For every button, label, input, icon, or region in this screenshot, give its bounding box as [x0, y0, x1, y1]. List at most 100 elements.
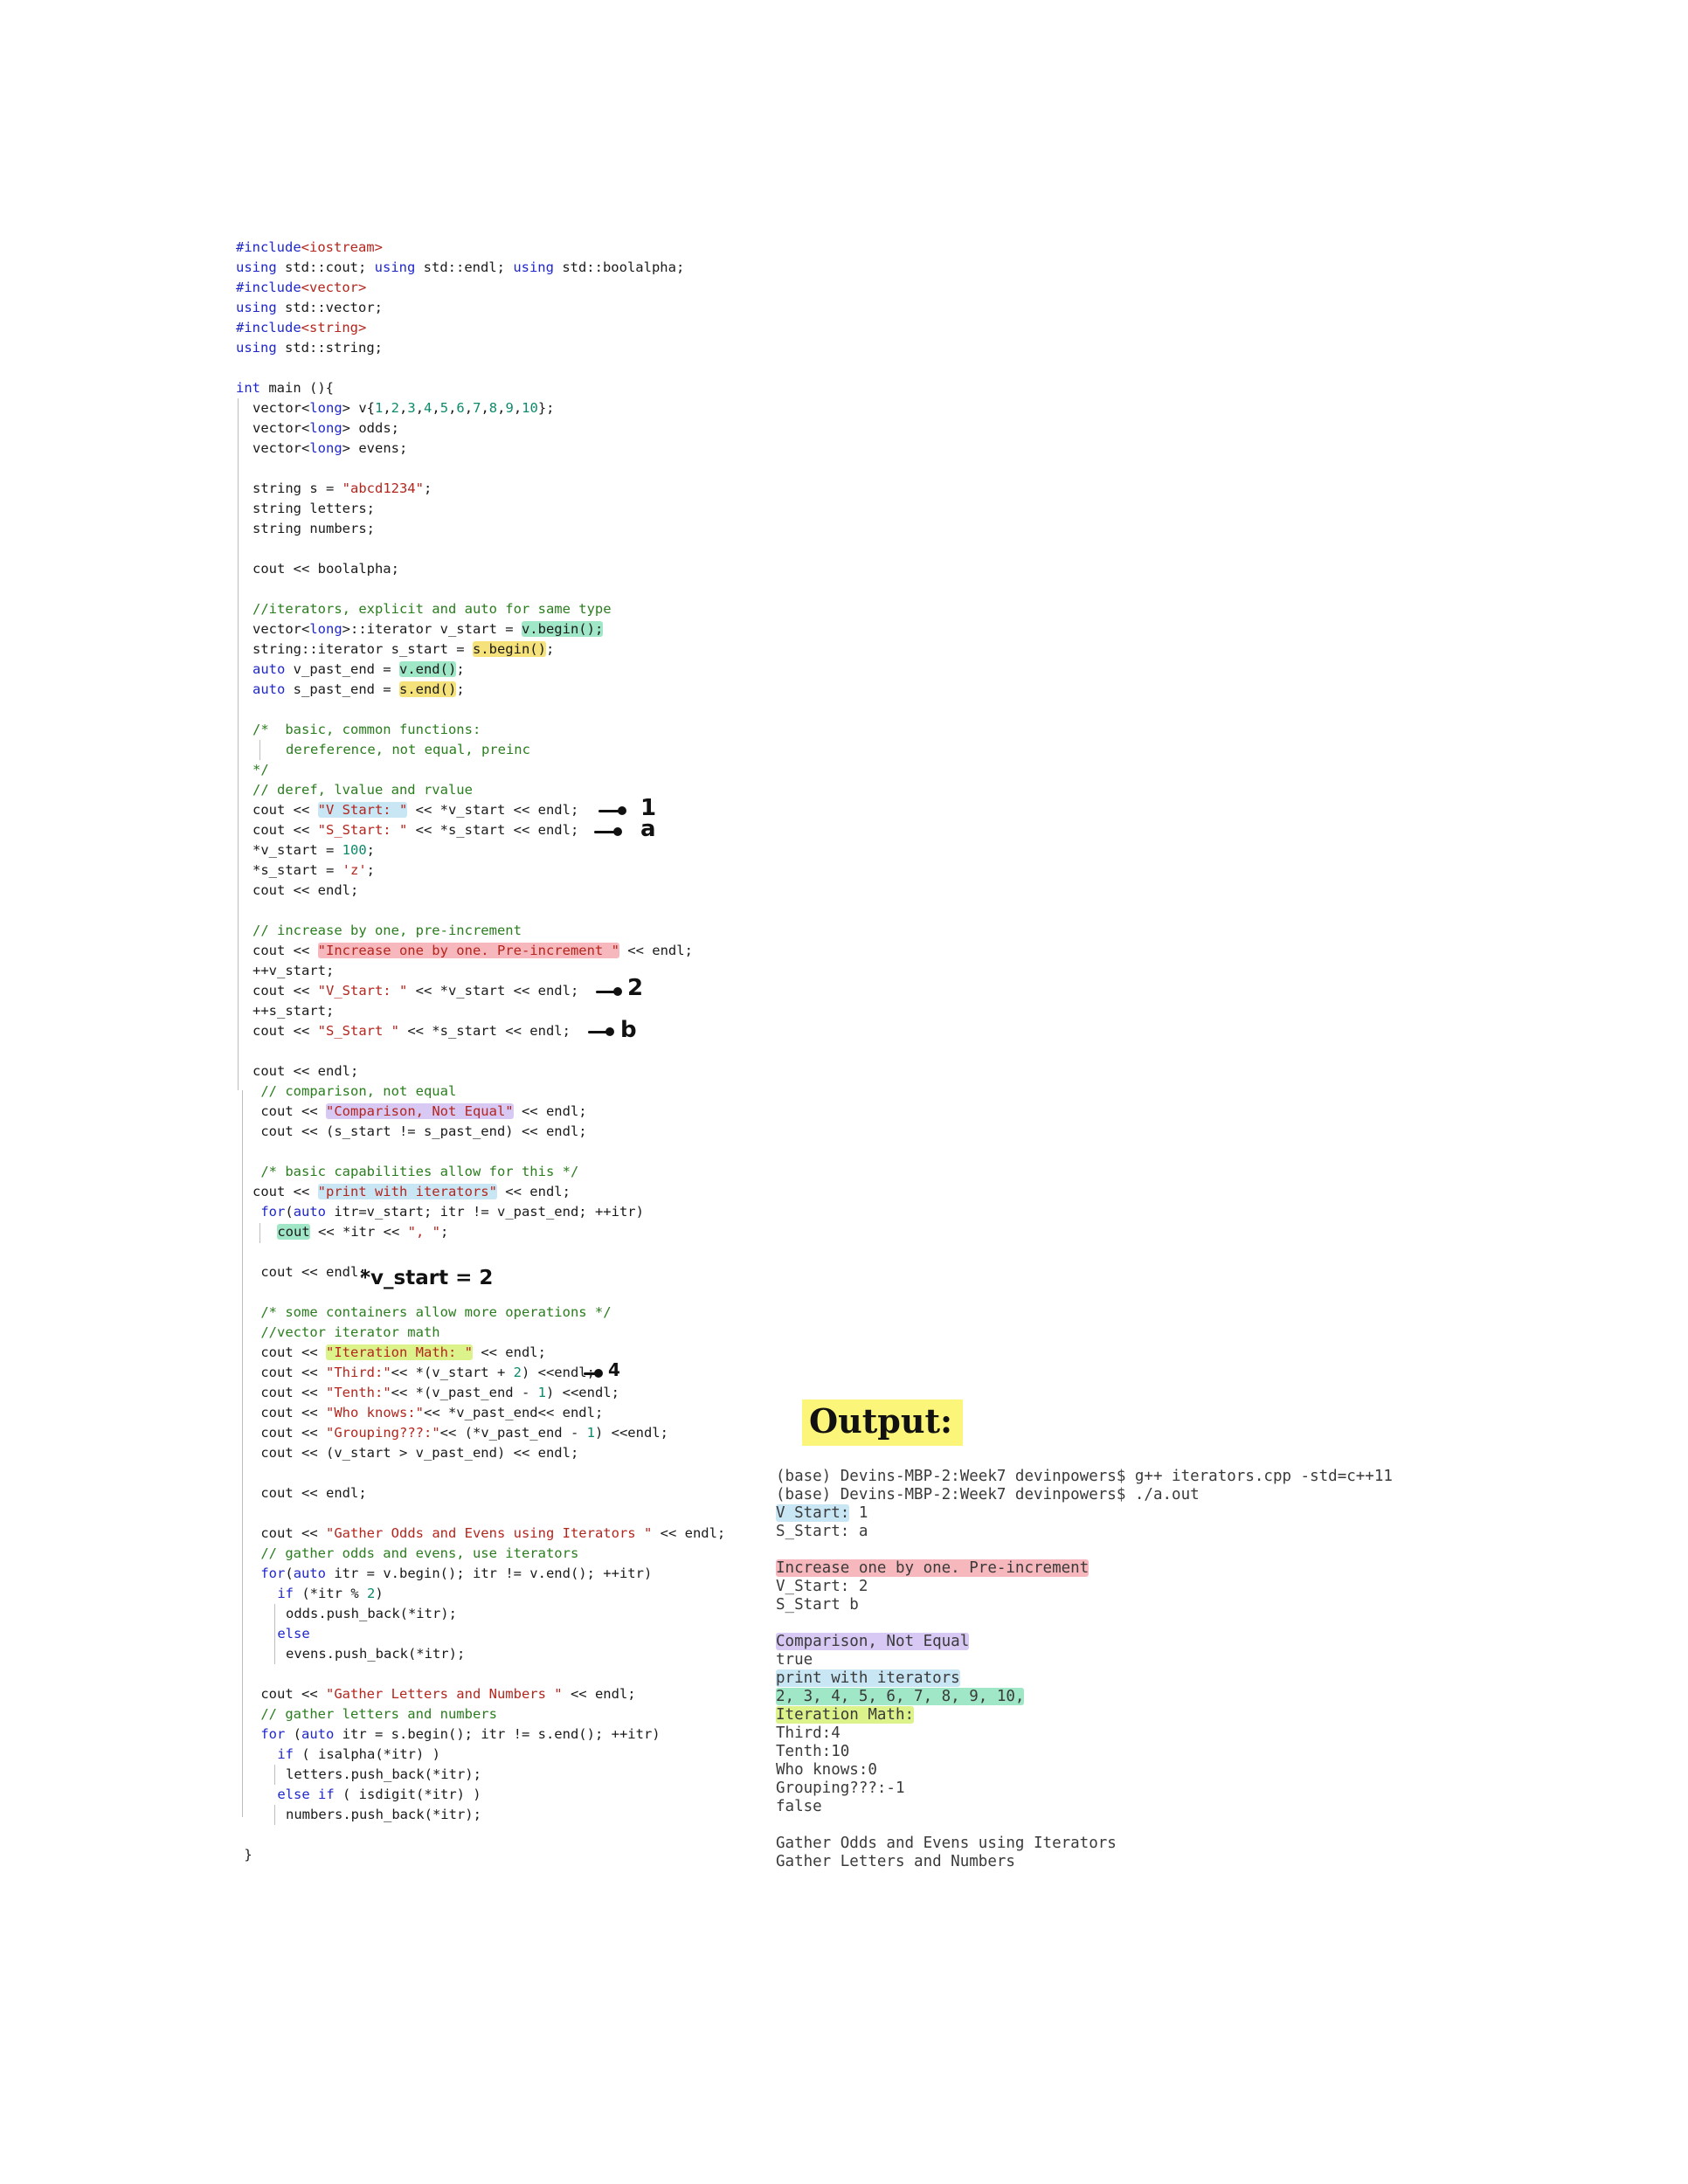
code-token: << endl;: [472, 1344, 546, 1360]
code-token: "Comparison, Not Equal": [326, 1103, 514, 1119]
code-line: using std::vector;: [236, 298, 383, 318]
code-token: ) <<endl;: [594, 1425, 668, 1441]
output-line: Who knows:0: [776, 1761, 877, 1780]
code-token: Gather Odds and Evens using Iterators: [776, 1835, 1117, 1852]
code-token: false: [776, 1798, 822, 1815]
code-token: << *s_start << endl;: [398, 1023, 571, 1039]
code-token: /* basic capabilities allow for this */: [253, 1164, 579, 1179]
code-token: #include: [236, 320, 301, 335]
code-token: cout << (v_start > v_past_end) << endl;: [253, 1445, 579, 1461]
code-line: cout << endl;: [253, 1061, 358, 1082]
annotation-s-start-value: a: [640, 816, 656, 842]
code-token: // gather odds and evens, use iterators: [253, 1545, 579, 1561]
code-token: ,: [383, 400, 391, 416]
code-token: else if: [277, 1787, 335, 1802]
code-line: vector<long> evens;: [253, 439, 407, 459]
code-line: auto v_past_end = v.end();: [253, 660, 465, 680]
code-token: "Third:": [326, 1365, 391, 1380]
code-line: //vector iterator math: [253, 1323, 439, 1343]
code-token: 6: [456, 400, 465, 416]
code-token: Iteration Math:: [776, 1706, 915, 1724]
code-token: S_Start: a: [776, 1523, 868, 1540]
code-line: cout << "Iteration Math: " << endl;: [253, 1343, 546, 1363]
code-token: Gather Letters and Numbers: [776, 1853, 1015, 1870]
code-line: */: [253, 760, 269, 780]
code-token: std::boolalpha;: [553, 259, 685, 275]
code-token: true: [776, 1651, 813, 1669]
code-token: ): [375, 1586, 384, 1601]
code-line: vector<long>::iterator v_start = v.begin…: [253, 619, 604, 639]
code-line: cout << "Increase one by one. Pre-increm…: [253, 941, 693, 961]
code-token: cout << endl;: [253, 1485, 367, 1501]
code-token: 2: [513, 1365, 522, 1380]
code-token: "Iteration Math: ": [326, 1344, 473, 1360]
code-token: /* some containers allow more operations…: [253, 1304, 612, 1320]
code-line: odds.push_back(*itr);: [286, 1604, 457, 1624]
code-line: vector<long> odds;: [253, 418, 399, 439]
code-token: auto: [293, 1204, 327, 1220]
code-token: string s =: [253, 480, 342, 496]
code-token: << *itr <<: [309, 1224, 408, 1240]
output-line: S_Start b: [776, 1596, 859, 1614]
code-token: cout <<: [253, 1686, 326, 1702]
code-line: /* basic, common functions:: [253, 720, 481, 740]
code-line: string::iterator s_start = s.begin();: [253, 639, 554, 660]
code-line: cout << (s_start != s_past_end) << endl;: [253, 1122, 586, 1142]
code-token: //iterators, explicit and auto for same …: [253, 601, 612, 617]
output-line: S_Start: a: [776, 1523, 868, 1541]
code-line: cout << "Who knows:"<< *v_past_end<< end…: [253, 1403, 603, 1423]
code-line: string letters;: [253, 499, 375, 519]
annotation-third-value: 4: [608, 1359, 620, 1380]
output-line: print with iterators: [776, 1669, 960, 1688]
code-line: else if ( isdigit(*itr) ): [269, 1785, 481, 1805]
code-token: << *v_past_end<< endl;: [423, 1405, 604, 1420]
code-token: long: [309, 440, 342, 456]
code-token: std::endl;: [415, 259, 514, 275]
code-token: ;: [456, 661, 465, 677]
code-token: ;: [439, 1224, 449, 1240]
code-token: if: [277, 1586, 294, 1601]
code-token: 1: [374, 400, 384, 416]
output-line: Grouping???:-1: [776, 1780, 905, 1798]
code-token: ,: [481, 400, 489, 416]
code-line: using std::cout; using std::endl; using …: [236, 258, 684, 278]
output-line: Gather Letters and Numbers: [776, 1853, 1015, 1871]
code-token: 5: [439, 400, 449, 416]
code-token: for: [260, 1565, 286, 1581]
code-token: ;: [456, 681, 465, 697]
indent-guide: [274, 1765, 275, 1785]
code-token: << *s_start << endl;: [407, 822, 579, 838]
code-line: ++s_start;: [253, 1001, 334, 1021]
code-token: itr=v_start; itr != v_past_end; ++itr): [326, 1204, 644, 1220]
indent-guide: [242, 1090, 243, 1817]
output-line: Comparison, Not Equal: [776, 1633, 970, 1651]
output-line: (base) Devins-MBP-2:Week7 devinpowers$ g…: [776, 1468, 1393, 1486]
code-token: s.end(): [398, 681, 457, 697]
code-token: > evens;: [342, 440, 408, 456]
code-token: (base) Devins-MBP-2:Week7 devinpowers$ g…: [776, 1468, 1393, 1485]
code-token: string::iterator s_start =: [253, 641, 473, 657]
code-token: odds.push_back(*itr);: [286, 1606, 457, 1621]
code-token: cout <<: [253, 1365, 326, 1380]
code-token: *v_start =: [253, 842, 342, 858]
code-line: *v_start = 100;: [253, 840, 375, 860]
code-token: itr = v.begin(); itr != v.end(); ++itr): [326, 1565, 653, 1581]
code-line: cout << *itr << ", ";: [269, 1222, 448, 1242]
code-token: */: [253, 762, 269, 778]
code-token: << endl;: [652, 1525, 726, 1541]
code-token: "Who knows:": [326, 1405, 424, 1420]
code-token: vector<: [253, 420, 310, 436]
code-token: ++s_start;: [253, 1003, 335, 1019]
code-token: ,: [464, 400, 474, 416]
code-token: using: [236, 300, 277, 315]
code-token: string numbers;: [253, 521, 375, 536]
annotation-arrow: [596, 987, 622, 996]
code-token: vector<: [253, 400, 310, 416]
code-token: << endl;: [562, 1686, 636, 1702]
code-token: << (*v_past_end -: [439, 1425, 587, 1441]
code-token: // comparison, not equal: [253, 1083, 457, 1099]
